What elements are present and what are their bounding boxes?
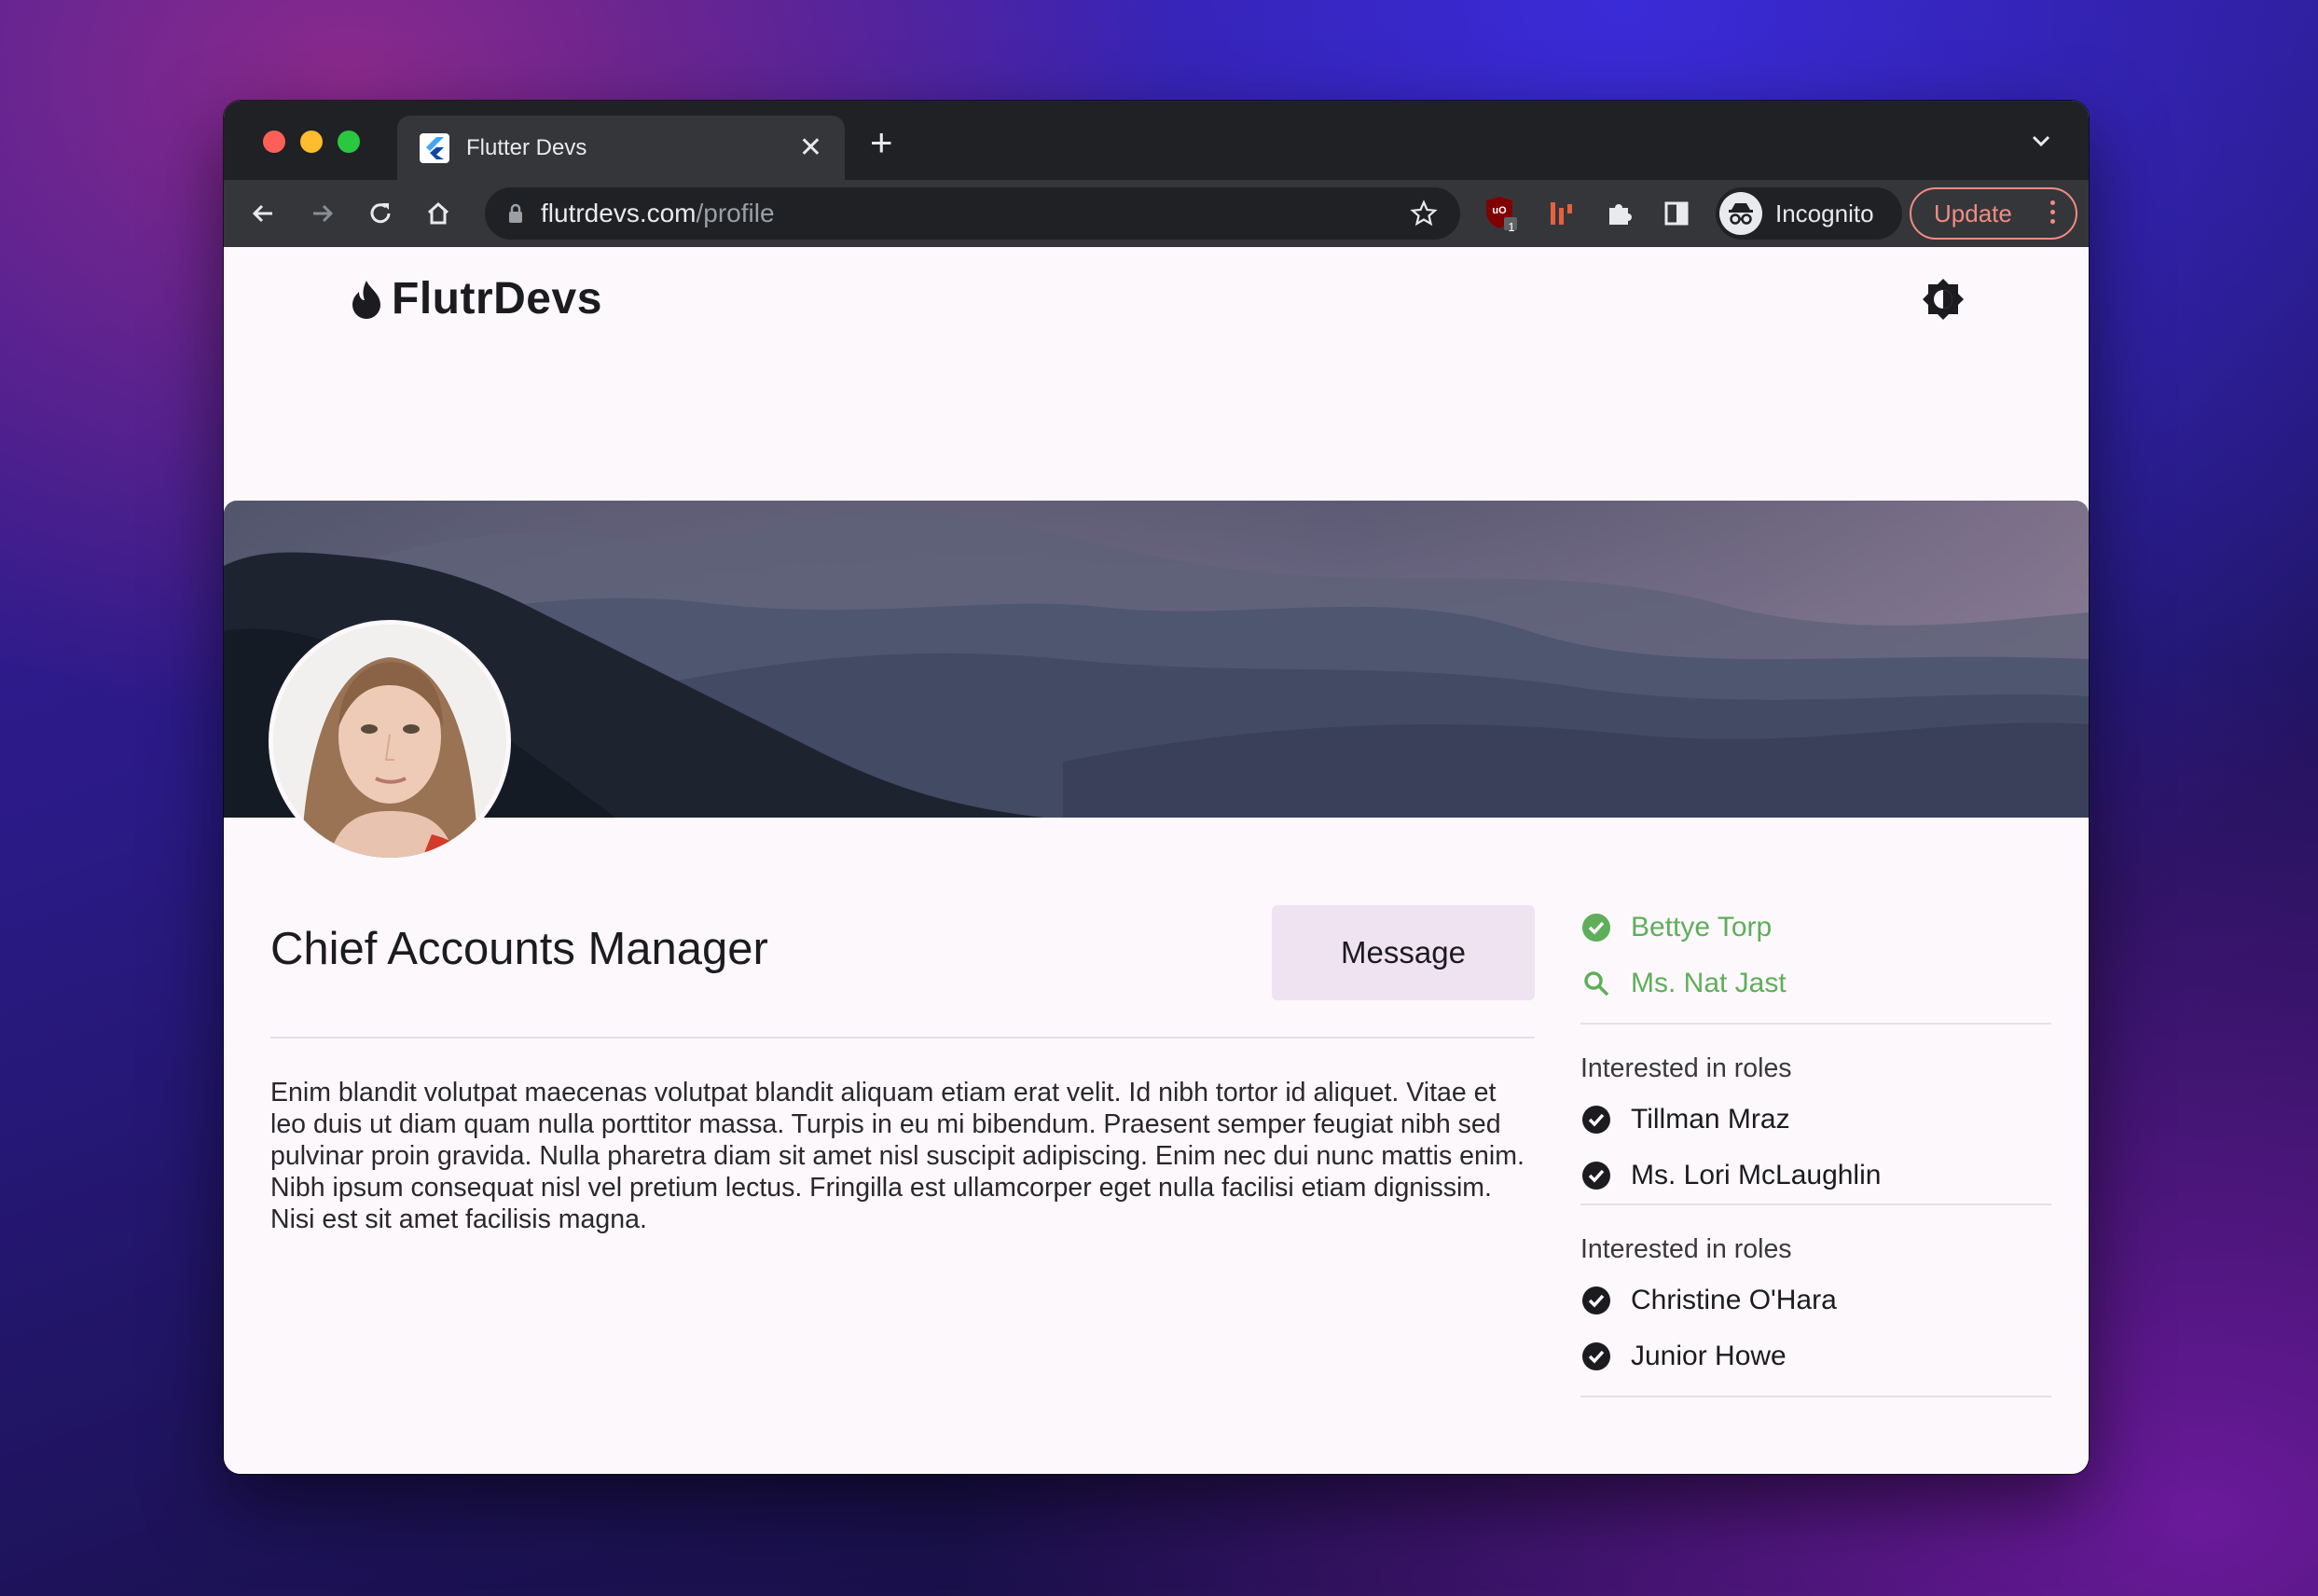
address-bar[interactable]: flutrdevs.com/profile [485, 187, 1460, 240]
profile-job-title: Chief Accounts Manager [270, 924, 768, 974]
minimize-window-button[interactable] [300, 131, 323, 153]
role-item[interactable]: Junior Howe [1580, 1328, 2051, 1384]
flame-icon [349, 279, 384, 320]
extension-badge: 1 [1508, 220, 1515, 234]
status-name: Ms. Nat Jast [1631, 968, 1787, 998]
url-host: flutrdevs.com [541, 199, 697, 227]
browser-toolbar: flutrdevs.com/profile uO 1 Incognito Upd… [224, 180, 2089, 247]
browser-window: Flutter Devs ✕ + flutrdevs.com/profile u… [224, 101, 2089, 1474]
role-name: Christine O'Hara [1631, 1285, 1837, 1315]
home-icon[interactable] [421, 197, 455, 230]
update-label: Update [1934, 199, 2012, 227]
check-circle-icon [1580, 912, 1612, 943]
tab-title: Flutter Devs [466, 134, 587, 160]
check-circle-icon [1580, 1341, 1612, 1372]
divider [1580, 1023, 2051, 1025]
lock-icon [507, 203, 524, 224]
message-button[interactable]: Message [1272, 905, 1535, 1000]
maximize-window-button[interactable] [338, 131, 360, 153]
role-item[interactable]: Christine O'Hara [1580, 1273, 2051, 1328]
extensions-puzzle-icon[interactable] [1600, 195, 1637, 232]
ublock-shield-icon[interactable]: uO 1 [1483, 195, 1520, 234]
forward-arrow-icon[interactable] [306, 197, 339, 230]
divider [270, 1037, 1535, 1039]
incognito-label: Incognito [1775, 199, 1874, 227]
metrics-extension-icon[interactable] [1542, 195, 1580, 232]
role-item[interactable]: Ms. Lori McLaughlin [1580, 1148, 2051, 1204]
role-name: Junior Howe [1631, 1341, 1787, 1371]
close-tab-icon[interactable]: ✕ [799, 133, 822, 162]
role-name: Tillman Mraz [1631, 1104, 1790, 1135]
divider [1580, 1396, 2051, 1397]
tab-bar: Flutter Devs ✕ + [224, 101, 2089, 180]
tab-search-chevron-icon[interactable] [2029, 129, 2053, 158]
more-menu-icon[interactable] [2050, 200, 2055, 224]
status-name: Bettye Torp [1631, 912, 1773, 942]
role-item[interactable]: Tillman Mraz [1580, 1092, 2051, 1148]
close-window-button[interactable] [263, 131, 285, 153]
incognito-profile-button[interactable]: Incognito [1716, 187, 1902, 240]
new-tab-button[interactable]: + [870, 123, 893, 162]
update-button[interactable]: Update [1910, 187, 2077, 240]
reload-icon[interactable] [364, 197, 397, 230]
window-controls [263, 131, 360, 153]
role-name: Ms. Lori McLaughlin [1631, 1160, 1882, 1190]
divider [1580, 1204, 2051, 1205]
profile-avatar[interactable] [269, 620, 511, 862]
roles-heading: Interested in roles [1580, 1234, 1792, 1264]
check-circle-icon [1580, 1285, 1612, 1316]
check-circle-icon [1580, 1160, 1612, 1191]
url-path: /profile [696, 199, 775, 227]
roles-heading: Interested in roles [1580, 1053, 1792, 1083]
brand-logo[interactable]: FlutrDevs [349, 273, 602, 324]
browser-tab[interactable]: Flutter Devs ✕ [397, 116, 845, 180]
flutter-favicon-icon [420, 132, 449, 163]
check-circle-icon [1580, 1104, 1612, 1135]
brand-name: FlutrDevs [392, 274, 602, 323]
back-arrow-icon[interactable] [246, 197, 280, 230]
page-content: FlutrDevs Chief Accounts Manager Message… [224, 247, 2089, 1474]
profile-bio: Enim blandit volutpat maecenas volutpat … [270, 1078, 1525, 1234]
search-icon [1580, 968, 1612, 999]
svg-text:uO: uO [1492, 205, 1507, 216]
theme-toggle-brightness-icon[interactable] [1917, 273, 1969, 325]
side-panel-icon[interactable] [1658, 195, 1695, 232]
bookmark-star-icon[interactable] [1410, 200, 1438, 227]
incognito-icon [1719, 192, 1762, 235]
status-item[interactable]: Bettye Torp [1580, 900, 2051, 956]
status-item[interactable]: Ms. Nat Jast [1580, 956, 2051, 1011]
profile-sidebar: Bettye Torp Ms. Nat Jast Interested in r… [1580, 900, 2051, 1397]
